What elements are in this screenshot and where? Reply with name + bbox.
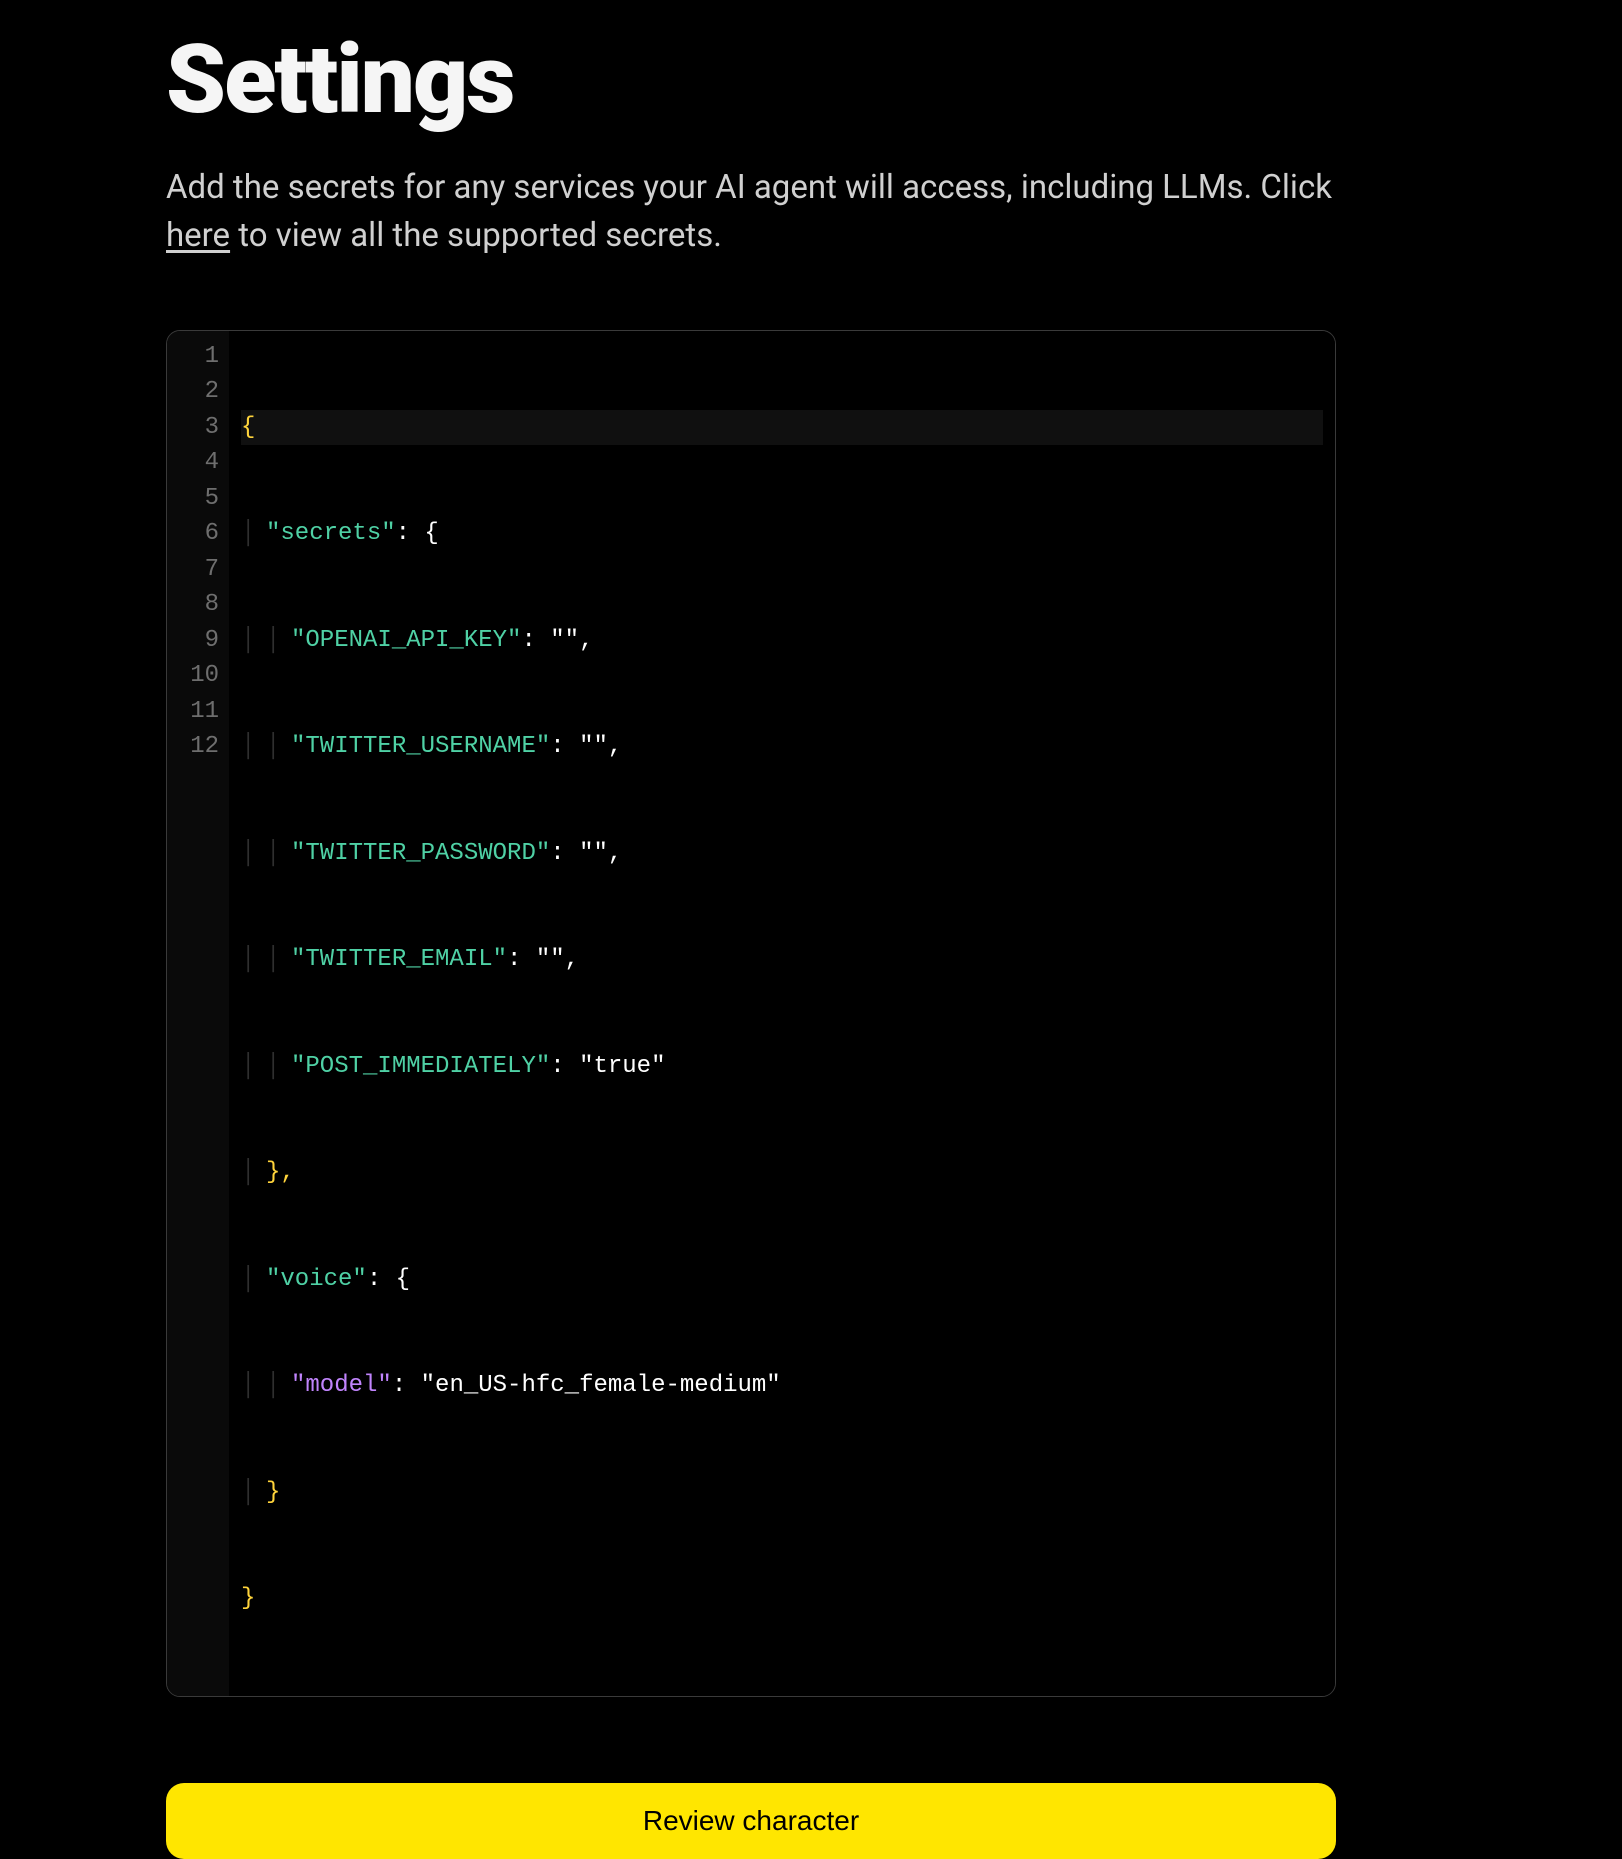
json-value: ""	[579, 729, 608, 765]
line-number: 12	[167, 729, 219, 765]
code-area[interactable]: { │"secrets": { ││"OPENAI_API_KEY": "", …	[229, 331, 1335, 1696]
code-line[interactable]: {	[241, 410, 1323, 446]
colon: : {	[396, 516, 439, 552]
code-line[interactable]: ││"OPENAI_API_KEY": "",	[241, 623, 1323, 659]
json-key: "voice"	[266, 1262, 367, 1298]
colon: :	[550, 1049, 579, 1085]
brace-close: }	[241, 1581, 255, 1617]
json-value: ""	[579, 836, 608, 872]
colon: : {	[367, 1262, 410, 1298]
json-key: "TWITTER_EMAIL"	[291, 942, 507, 978]
json-key: "OPENAI_API_KEY"	[291, 623, 521, 659]
line-number: 5	[167, 481, 219, 517]
json-value: ""	[536, 942, 565, 978]
json-key: "model"	[291, 1368, 392, 1404]
json-key: "secrets"	[266, 516, 396, 552]
line-number: 8	[167, 587, 219, 623]
json-key: "POST_IMMEDIATELY"	[291, 1049, 550, 1085]
colon: :	[507, 942, 536, 978]
line-number: 11	[167, 694, 219, 730]
colon: :	[550, 836, 579, 872]
page-subtitle: Add the secrets for any services your AI…	[166, 164, 1336, 260]
json-key: "TWITTER_USERNAME"	[291, 729, 550, 765]
colon: :	[550, 729, 579, 765]
line-number: 4	[167, 445, 219, 481]
brace-close: },	[266, 1155, 295, 1191]
line-number: 6	[167, 516, 219, 552]
subtitle-prefix: Add the secrets for any services your AI…	[166, 168, 1332, 207]
line-number: 9	[167, 623, 219, 659]
page-title: Settings	[166, 32, 1336, 128]
code-line[interactable]: │}	[241, 1475, 1323, 1511]
line-number-gutter: 1 2 3 4 5 6 7 8 9 10 11 12	[167, 331, 229, 1696]
code-line[interactable]: ││"POST_IMMEDIATELY": "true"	[241, 1049, 1323, 1085]
json-editor[interactable]: 1 2 3 4 5 6 7 8 9 10 11 12 { │"secrets":…	[166, 330, 1336, 1697]
colon: :	[521, 623, 550, 659]
comma: ,	[608, 836, 622, 872]
code-line[interactable]: ││"TWITTER_USERNAME": "",	[241, 729, 1323, 765]
json-value: "true"	[579, 1049, 665, 1085]
code-line[interactable]: ││"TWITTER_PASSWORD": "",	[241, 836, 1323, 872]
subtitle-suffix: to view all the supported secrets.	[230, 216, 722, 255]
code-line[interactable]: }	[241, 1581, 1323, 1617]
code-line[interactable]: ││"TWITTER_EMAIL": "",	[241, 942, 1323, 978]
line-number: 2	[167, 374, 219, 410]
line-number: 1	[167, 339, 219, 375]
json-value: ""	[550, 623, 579, 659]
json-value: "en_US-hfc_female-medium"	[421, 1368, 781, 1404]
code-line[interactable]: │"secrets": {	[241, 516, 1323, 552]
comma: ,	[608, 729, 622, 765]
comma: ,	[579, 623, 593, 659]
review-character-button[interactable]: Review character	[166, 1783, 1336, 1859]
line-number: 10	[167, 658, 219, 694]
colon: :	[392, 1368, 421, 1404]
code-line[interactable]: │},	[241, 1155, 1323, 1191]
code-line[interactable]: │"voice": {	[241, 1262, 1323, 1298]
comma: ,	[565, 942, 579, 978]
line-number: 3	[167, 410, 219, 446]
brace-open: {	[241, 410, 255, 446]
code-line[interactable]: ││"model": "en_US-hfc_female-medium"	[241, 1368, 1323, 1404]
json-key: "TWITTER_PASSWORD"	[291, 836, 550, 872]
supported-secrets-link[interactable]: here	[166, 216, 230, 255]
brace-close: }	[266, 1475, 280, 1511]
line-number: 7	[167, 552, 219, 588]
